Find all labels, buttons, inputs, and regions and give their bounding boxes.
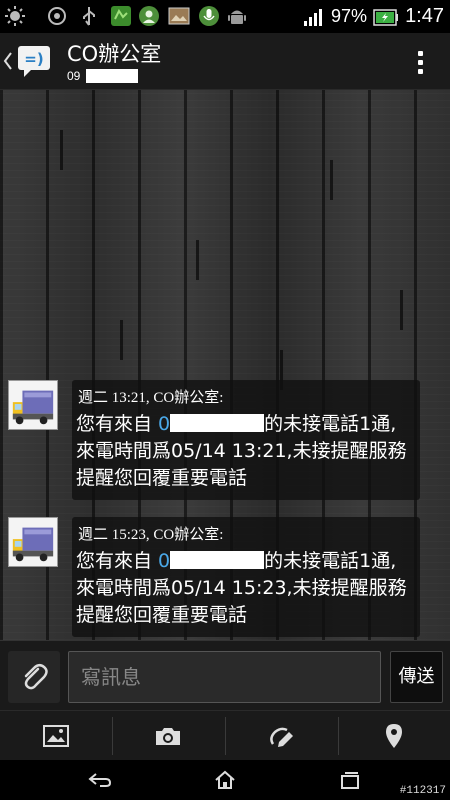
message-meta: 週二 13:21, CO辦公室: <box>78 390 224 406</box>
contacts-app-icon <box>139 6 159 26</box>
camera-button[interactable] <box>112 711 224 761</box>
battery-icon <box>373 8 399 26</box>
image-icon <box>168 7 190 25</box>
svg-text:=): =) <box>24 50 43 68</box>
message-meta: 週二 15:23, CO辦公室: <box>78 527 224 543</box>
redaction-box <box>170 414 265 432</box>
home-icon <box>215 770 235 789</box>
camera-icon <box>156 728 180 745</box>
media-toolbar <box>0 710 450 760</box>
send-button[interactable]: 傳送 <box>390 651 443 703</box>
message-text-pre: 您有來自 <box>76 413 159 435</box>
truck-avatar-icon[interactable] <box>8 517 58 567</box>
attach-button[interactable] <box>8 651 60 703</box>
message-bubble[interactable]: 週二 15:23, CO辦公室: 您有來自 0 的未接電話1通,來電時間爲05/1… <box>72 517 420 637</box>
status-bar: 97% 1:47 <box>0 0 450 33</box>
overflow-menu-icon[interactable] <box>418 51 424 75</box>
wood-detail <box>60 130 63 170</box>
phone-number-link[interactable]: 0 <box>158 550 170 572</box>
message-bubble[interactable]: 週二 13:21, CO辦公室: 您有來自 0 的未接電話1通,來電時間爲05/1… <box>72 380 420 500</box>
truck-avatar-icon[interactable] <box>8 380 58 430</box>
back-chevron-icon[interactable] <box>3 50 13 72</box>
system-nav-bar: #112317 <box>0 760 450 800</box>
picture-icon <box>43 725 69 747</box>
sketch-icon <box>270 727 293 747</box>
message-body: 您有來自 0 的未接電話1通,來電時間爲05/14 13:21,未接提醒服務提醒您… <box>76 411 414 492</box>
battery-percent: 97% <box>331 6 368 26</box>
signal-icon <box>304 8 323 26</box>
phone-number-link[interactable]: 0 <box>158 413 170 435</box>
message-body: 您有來自 0 的未接電話1通,來電時間爲05/14 15:23,未接提醒服務提醒您… <box>76 548 414 629</box>
message-text-pre: 您有來自 <box>76 550 159 572</box>
message-input[interactable]: 寫訊息 <box>68 651 381 703</box>
wood-detail <box>400 290 403 330</box>
contact-number: 09 <box>67 69 81 83</box>
android-icon <box>228 10 246 24</box>
messaging-app-icon[interactable]: =) <box>16 44 52 78</box>
watermark: #112317 <box>399 785 446 797</box>
app-icon <box>111 6 131 26</box>
sketch-button[interactable] <box>225 711 337 761</box>
redaction-box <box>170 551 265 569</box>
sync-icon <box>48 7 66 25</box>
location-button[interactable] <box>338 711 450 761</box>
compose-bar: 寫訊息 傳送 <box>0 640 450 710</box>
wood-detail <box>120 320 123 360</box>
wood-detail <box>196 240 199 280</box>
page-title: CO辦公室 <box>67 42 162 66</box>
mic-icon <box>199 6 219 26</box>
action-bar: =) CO辦公室 09 <box>0 33 450 90</box>
brightness-icon <box>5 6 25 26</box>
paperclip-icon <box>24 664 48 690</box>
insert-picture-button[interactable] <box>0 711 112 761</box>
back-icon <box>88 773 112 787</box>
location-pin-icon <box>386 724 402 748</box>
wood-detail <box>330 160 333 200</box>
clock-time: 1:47 <box>405 5 444 27</box>
conversation-area[interactable]: 週二 13:21, CO辦公室: 您有來自 0 的未接電話1通,來電時間爲05/1… <box>0 90 450 640</box>
usb-icon <box>83 7 95 26</box>
redaction-box <box>86 69 138 83</box>
recents-icon <box>341 772 359 789</box>
status-right: 97% 1:47 <box>303 0 444 33</box>
